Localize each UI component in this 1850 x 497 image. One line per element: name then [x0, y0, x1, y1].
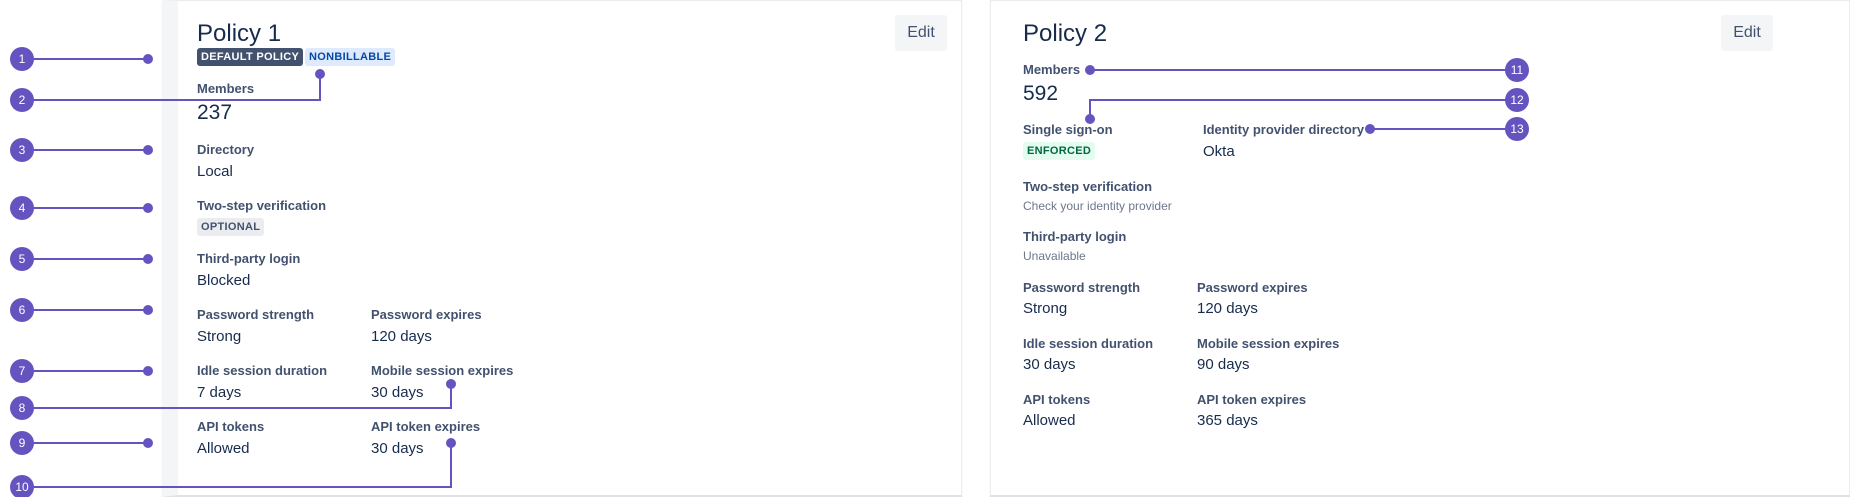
- callout-badge-5: [10, 247, 34, 271]
- callout-badge-2: [10, 88, 34, 112]
- callout-anchor-5: [143, 254, 153, 264]
- members-value: 237: [197, 101, 233, 124]
- two-step-value: Check your identity provider: [1023, 199, 1172, 213]
- policy-1-edit-button[interactable]: Edit: [895, 15, 947, 51]
- callout-number-10: 10: [15, 480, 29, 494]
- policy-1-title: Policy 1: [197, 20, 282, 47]
- policy-1-card: [162, 0, 962, 497]
- callout-badge-9: [10, 431, 34, 455]
- default-policy-badge: DEFAULT POLICY: [197, 48, 304, 66]
- idle-session-value: 30 days: [1023, 356, 1076, 373]
- api-token-expires-value: 365 days: [1197, 412, 1258, 429]
- nonbillable-badge: NONBILLABLE: [305, 48, 396, 66]
- callout-badge-3: [10, 138, 34, 162]
- two-step-optional-badge: OPTIONAL: [197, 218, 265, 236]
- directory-value: Local: [197, 163, 233, 180]
- mobile-session-value: 30 days: [371, 384, 424, 401]
- third-party-login-value: Blocked: [197, 272, 251, 289]
- mobile-session-label: Mobile session expires: [1197, 336, 1340, 351]
- identity-provider-label: Identity provider directory: [1203, 122, 1365, 137]
- api-tokens-value: Allowed: [197, 440, 250, 457]
- callout-badge-6: [10, 298, 34, 322]
- callout-anchor-6: [143, 305, 153, 315]
- single-sign-on-label: Single sign-on: [1023, 122, 1113, 137]
- identity-provider-value: Okta: [1203, 143, 1235, 160]
- idle-session-label: Idle session duration: [197, 363, 328, 378]
- api-token-expires-label: API token expires: [371, 419, 481, 434]
- third-party-login-value: Unavailable: [1023, 249, 1086, 263]
- callout-badge-1: [10, 47, 34, 71]
- callout-number-4: 4: [19, 201, 26, 215]
- idle-session-label: Idle session duration: [1023, 336, 1154, 351]
- callout-anchor-1: [143, 54, 153, 64]
- callout-anchor-3: [143, 145, 153, 155]
- callout-anchor-7: [143, 366, 153, 376]
- callout-number-5: 5: [19, 252, 26, 266]
- password-strength-value: Strong: [197, 328, 242, 345]
- callout-number-9: 9: [19, 436, 26, 450]
- password-expires-label: Password expires: [1197, 280, 1308, 295]
- callout-number-1: 1: [19, 52, 26, 66]
- policy-2-edit-button[interactable]: Edit: [1721, 15, 1773, 51]
- members-label: Members: [1023, 62, 1081, 77]
- api-tokens-label: API tokens: [1023, 392, 1091, 407]
- policy-2-card: [990, 0, 1850, 497]
- mobile-session-value: 90 days: [1197, 356, 1250, 373]
- api-tokens-value: Allowed: [1023, 412, 1076, 429]
- callout-number-3: 3: [19, 143, 26, 157]
- password-strength-label: Password strength: [197, 307, 315, 322]
- callout-badge-8: [10, 396, 34, 420]
- api-token-expires-label: API token expires: [1197, 392, 1307, 407]
- third-party-login-label: Third-party login: [197, 251, 301, 266]
- api-token-expires-value: 30 days: [371, 440, 424, 457]
- members-label: Members: [197, 81, 255, 96]
- callout-anchor-4: [143, 203, 153, 213]
- directory-label: Directory: [197, 142, 255, 157]
- callout-number-6: 6: [19, 303, 26, 317]
- api-tokens-label: API tokens: [197, 419, 265, 434]
- password-expires-value: 120 days: [371, 328, 432, 345]
- mobile-session-label: Mobile session expires: [371, 363, 514, 378]
- callout-badge-10: [10, 475, 34, 497]
- callout-number-8: 8: [19, 401, 26, 415]
- password-expires-value: 120 days: [1197, 300, 1258, 317]
- password-strength-value: Strong: [1023, 300, 1068, 317]
- callout-badge-7: [10, 359, 34, 383]
- third-party-login-label: Third-party login: [1023, 229, 1127, 244]
- policy-2-title: Policy 2: [1023, 20, 1108, 47]
- callout-badge-4: [10, 196, 34, 220]
- two-step-label: Two-step verification: [1023, 179, 1153, 194]
- callout-anchor-9: [143, 438, 153, 448]
- callout-number-2: 2: [19, 93, 26, 107]
- password-expires-label: Password expires: [371, 307, 482, 322]
- members-value: 592: [1023, 82, 1059, 105]
- password-strength-label: Password strength: [1023, 280, 1141, 295]
- callout-number-7: 7: [19, 364, 26, 378]
- sso-enforced-badge: ENFORCED: [1023, 142, 1096, 160]
- idle-session-value: 7 days: [197, 384, 242, 401]
- two-step-label: Two-step verification: [197, 198, 327, 213]
